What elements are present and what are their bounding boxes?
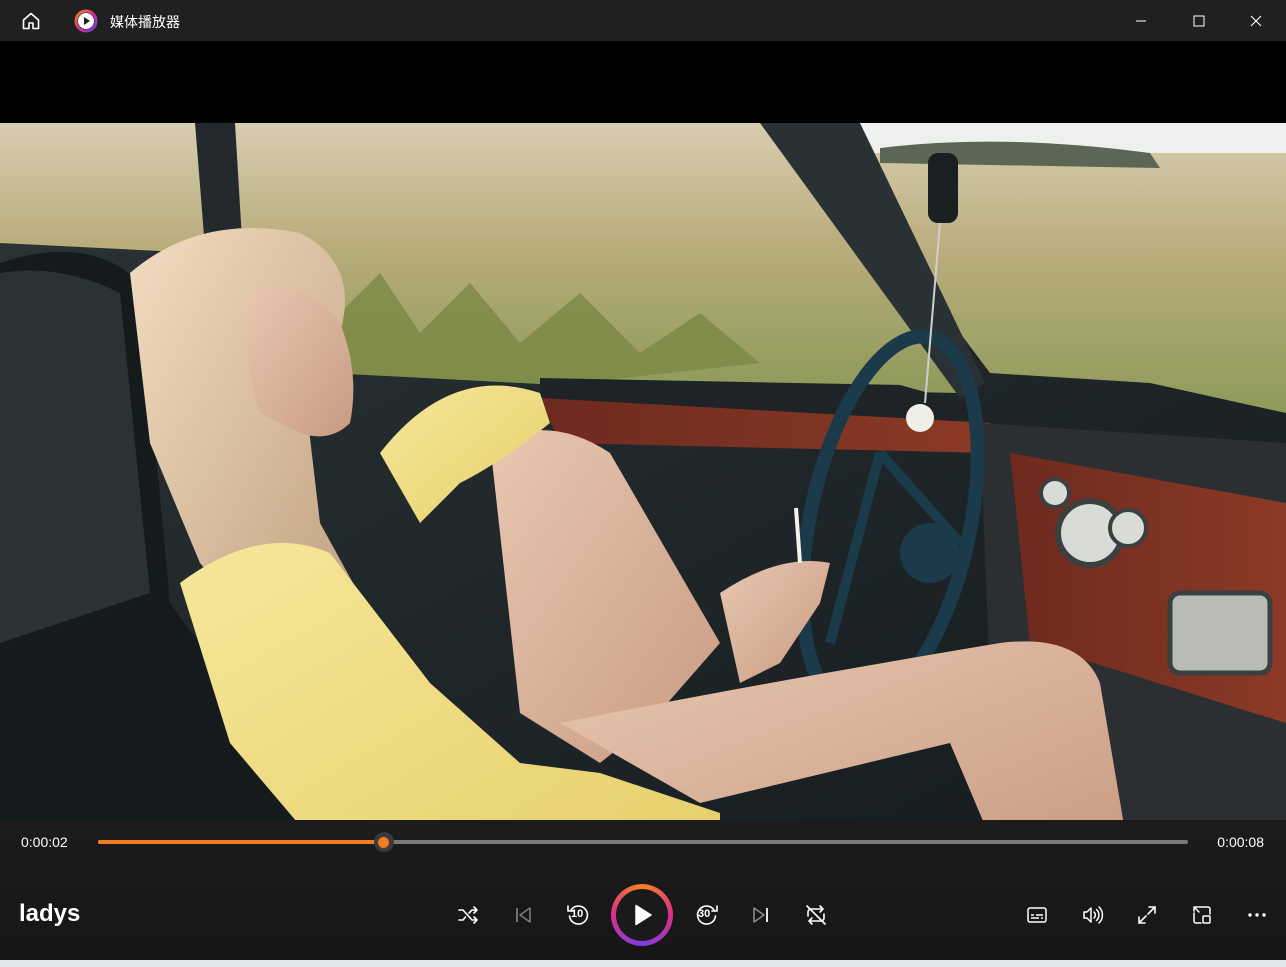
play-button[interactable] xyxy=(611,884,673,946)
media-player-logo-icon xyxy=(74,9,98,33)
home-button[interactable] xyxy=(14,6,48,36)
skip-forward-button[interactable]: 30 xyxy=(690,898,724,932)
repeat-off-icon xyxy=(806,905,826,925)
close-icon xyxy=(1250,15,1262,26)
video-frame[interactable] xyxy=(0,123,1286,861)
play-button-inner xyxy=(616,889,668,941)
home-icon xyxy=(22,12,40,30)
previous-button[interactable] xyxy=(506,898,540,932)
video-still-image xyxy=(0,123,1286,861)
fullscreen-button[interactable] xyxy=(1130,898,1164,932)
subtitles-icon xyxy=(1027,907,1047,923)
shuffle-button[interactable] xyxy=(451,898,485,932)
next-icon xyxy=(753,907,768,923)
minimize-icon xyxy=(1136,20,1146,21)
total-time: 0:00:08 xyxy=(1217,834,1264,850)
skip-back-label: 10 xyxy=(571,908,584,920)
mini-player-icon xyxy=(1193,906,1211,924)
close-button[interactable] xyxy=(1233,0,1279,41)
app-title: 媒体播放器 xyxy=(110,15,180,31)
more-icon xyxy=(1248,913,1266,917)
seek-thumb[interactable] xyxy=(373,832,394,852)
skip-back-button[interactable]: 10 xyxy=(561,898,595,932)
mini-player-button[interactable] xyxy=(1185,898,1219,932)
more-options-button[interactable] xyxy=(1240,898,1274,932)
fullscreen-icon xyxy=(1138,906,1156,924)
skip-forward-label: 30 xyxy=(698,908,711,920)
minimize-button[interactable] xyxy=(1118,0,1164,41)
taskbar-edge xyxy=(0,960,1286,967)
volume-button[interactable] xyxy=(1075,898,1109,932)
volume-icon xyxy=(1083,906,1104,924)
current-time: 0:00:02 xyxy=(21,834,68,850)
repeat-button[interactable] xyxy=(799,898,833,932)
media-title: ladys xyxy=(19,900,81,927)
video-area[interactable] xyxy=(0,41,1286,921)
subtitles-button[interactable] xyxy=(1020,898,1054,932)
next-button[interactable] xyxy=(744,898,778,932)
previous-icon xyxy=(516,907,531,923)
play-icon xyxy=(635,904,652,926)
shuffle-icon xyxy=(458,906,478,924)
seek-bar[interactable] xyxy=(98,832,1188,852)
maximize-button[interactable] xyxy=(1176,0,1222,41)
maximize-icon xyxy=(1193,15,1205,26)
seek-progress xyxy=(98,840,384,844)
title-bar: 媒体播放器 xyxy=(0,0,1286,41)
playback-controls: 0:00:02 0:00:08 ladys 10 30 xyxy=(0,820,1286,960)
